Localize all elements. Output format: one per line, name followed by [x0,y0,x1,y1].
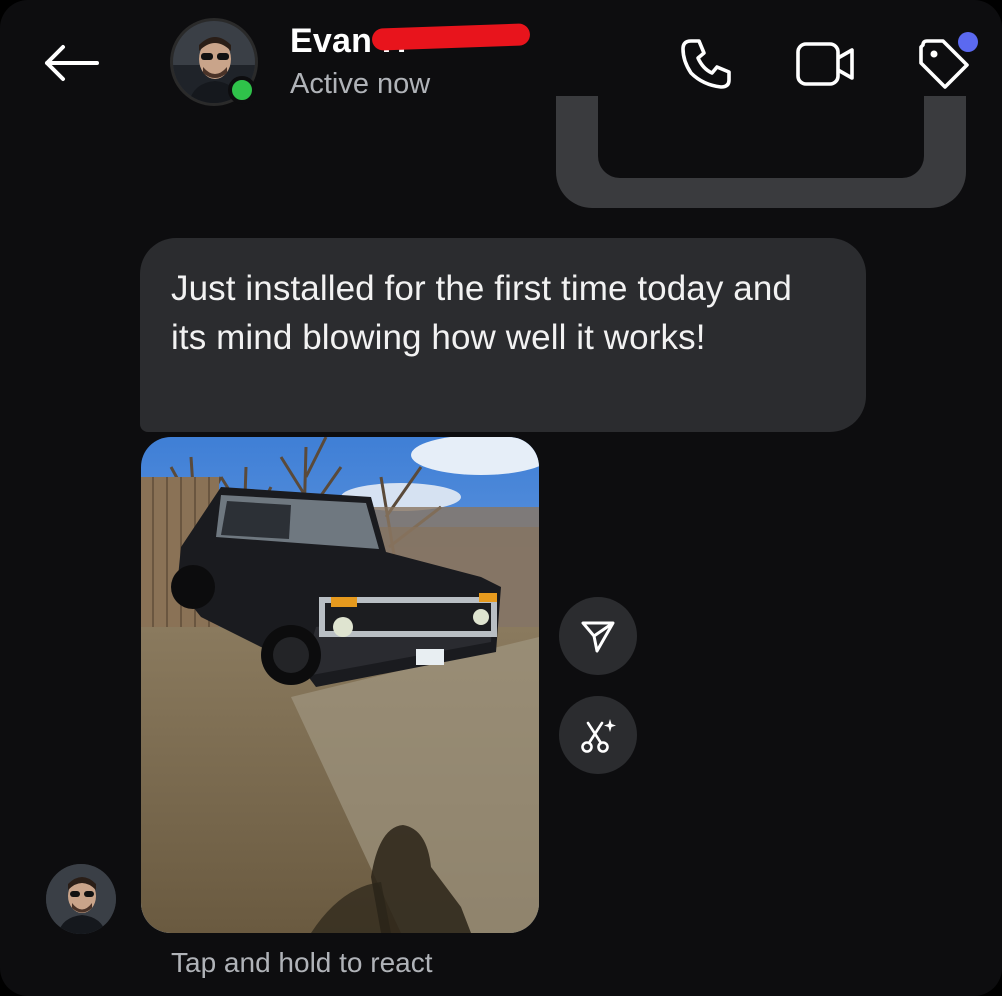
previous-message-content [598,96,924,178]
phone-icon [681,39,731,89]
contact-status: Active now [290,68,431,100]
contact-avatar-button[interactable] [170,18,258,106]
photo-thumbnail [141,437,539,933]
scissors-sparkle-icon [581,719,616,753]
share-photo-button[interactable] [559,597,637,675]
notification-dot [958,32,978,52]
received-message-bubble[interactable]: Just installed for the first time today … [140,238,866,432]
send-icon [581,621,615,653]
received-photo[interactable] [141,437,539,933]
redaction-mark [371,23,531,51]
chat-screen: Evan H Active now Just installed for the… [0,0,1002,996]
audio-call-button[interactable] [674,34,738,94]
online-status-dot [228,76,256,104]
arrow-left-icon [45,45,99,81]
back-button[interactable] [38,40,104,86]
video-call-button[interactable] [794,34,858,94]
video-camera-icon [796,42,854,86]
react-hint: Tap and hold to react [171,947,433,978]
sender-avatar[interactable] [46,864,116,934]
remix-photo-button[interactable] [559,696,637,774]
